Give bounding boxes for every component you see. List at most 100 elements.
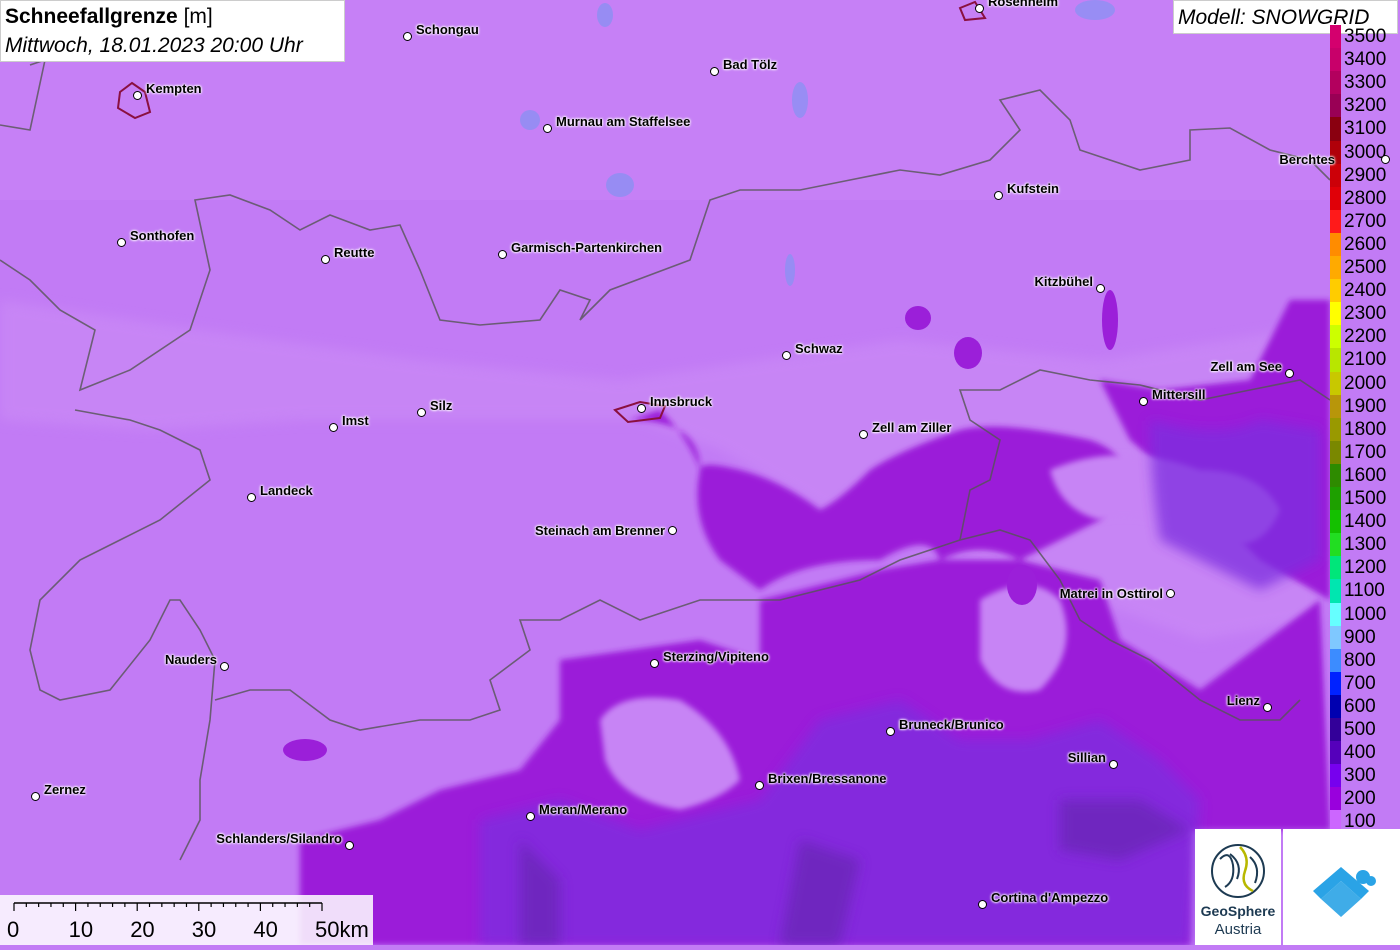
city-marker [755,781,764,790]
city-label: Rosenheim [988,0,1059,9]
city-marker [782,351,791,360]
legend-label: 900 [1344,626,1376,648]
legend-swatch [1330,371,1341,396]
legend-swatch [1330,533,1341,557]
city-marker [133,91,142,100]
legend-label: 2900 [1344,164,1387,186]
legend-swatch [1330,556,1341,580]
city-marker [978,900,987,909]
legend-label: 1400 [1344,511,1387,533]
city-label: Nauders [164,652,217,667]
legend-label: 1800 [1344,418,1387,440]
legend-swatch [1330,279,1341,303]
city-label: Berchtes [1279,152,1335,167]
scale-tick-label: 0 [7,917,20,942]
legend-swatch [1330,440,1341,465]
legend-swatch [1330,71,1341,95]
legend-swatch [1330,302,1341,326]
legend-swatch [1330,256,1341,280]
legend-swatch [1330,510,1341,534]
city-label: Innsbruck [650,394,713,409]
geosphere-text: GeoSphere [1200,903,1276,919]
city-label: Zernez [44,782,86,797]
legend-label: 1600 [1344,464,1387,486]
city-label: Landeck [260,483,313,498]
city-marker [329,423,338,432]
city-label: Schwaz [795,341,843,356]
city-label: Lienz [1226,693,1260,708]
scale-tick-label: 50km [315,917,369,942]
legend-label: 1200 [1344,557,1387,579]
legend-swatch [1330,232,1341,257]
legend-label: 1000 [1344,603,1387,625]
city-marker [994,191,1003,200]
title-unit: [m] [183,5,213,28]
title-box: Schneefallgrenze [m] Mittwoch, 18.01.202… [0,0,345,62]
city-label: Mittersill [1152,387,1206,402]
scale-tick-label: 40 [253,917,278,942]
legend-swatch [1330,48,1341,72]
city-label: Steinach am Brenner [534,523,665,538]
legend-label: 600 [1344,695,1376,717]
legend-label: 1500 [1344,488,1387,509]
blob-5 [1007,565,1037,605]
city-marker [668,526,677,535]
city-marker [710,67,719,76]
city-marker [886,727,895,736]
legend-label: 3100 [1344,118,1387,140]
city-marker [417,408,426,417]
legend-label: 3000 [1344,141,1387,163]
legend-label: 1900 [1344,395,1387,417]
legend-swatch [1330,348,1341,372]
snowgrid-icon [1313,867,1376,917]
legend-label: 1700 [1344,441,1387,463]
city-marker [1381,155,1390,164]
legend-swatch [1330,787,1341,811]
title-main: Schneefallgrenze [5,5,178,28]
city-marker [526,812,535,821]
city-label: Zell am See [1210,359,1282,374]
city-label: Matrei in Osttirol [1059,586,1163,601]
city-marker [1109,760,1118,769]
legend-swatch [1330,186,1341,211]
city-marker [975,4,984,13]
blob-3 [1102,290,1118,350]
legend-swatch [1330,764,1341,788]
legend-label: 2000 [1344,372,1387,394]
legend-swatch [1330,94,1341,118]
city-label: Sonthofen [130,228,195,243]
city-marker [220,662,229,671]
legend-swatch [1330,209,1341,234]
legend-label: 500 [1344,719,1376,740]
legend-swatch [1330,25,1341,49]
legend-label: 2100 [1344,349,1387,371]
city-label: Zell am Ziller [872,420,952,435]
city-label: Bruneck/Brunico [899,717,1004,732]
legend-swatch [1330,718,1341,742]
legend-label: 300 [1344,765,1376,787]
city-marker [1139,397,1148,406]
city-marker [637,404,646,413]
scale-bar: 0 10 20 30 40 50km [0,895,373,945]
snowgrid-logo [1283,829,1400,945]
legend-swatch [1330,117,1341,141]
city-label: Murnau am Staffelsee [556,114,691,129]
city-label: Kempten [146,81,202,96]
legend-label: 3300 [1344,72,1387,94]
city-label: Sillian [1067,750,1106,765]
legend-swatch [1330,602,1341,627]
city-marker [31,792,40,801]
legend-label: 2700 [1344,210,1387,232]
city-marker [1096,284,1105,293]
legend-swatch [1330,648,1341,673]
city-marker [1285,369,1294,378]
city-marker [247,493,256,502]
city-marker [117,238,126,247]
city-marker [345,841,354,850]
austria-text: Austria [1214,921,1262,938]
city-marker [498,250,507,259]
legend-swatch [1330,325,1341,349]
legend-label: 3500 [1344,26,1387,47]
legend-label: 200 [1344,788,1376,810]
legend-swatch [1330,487,1341,511]
